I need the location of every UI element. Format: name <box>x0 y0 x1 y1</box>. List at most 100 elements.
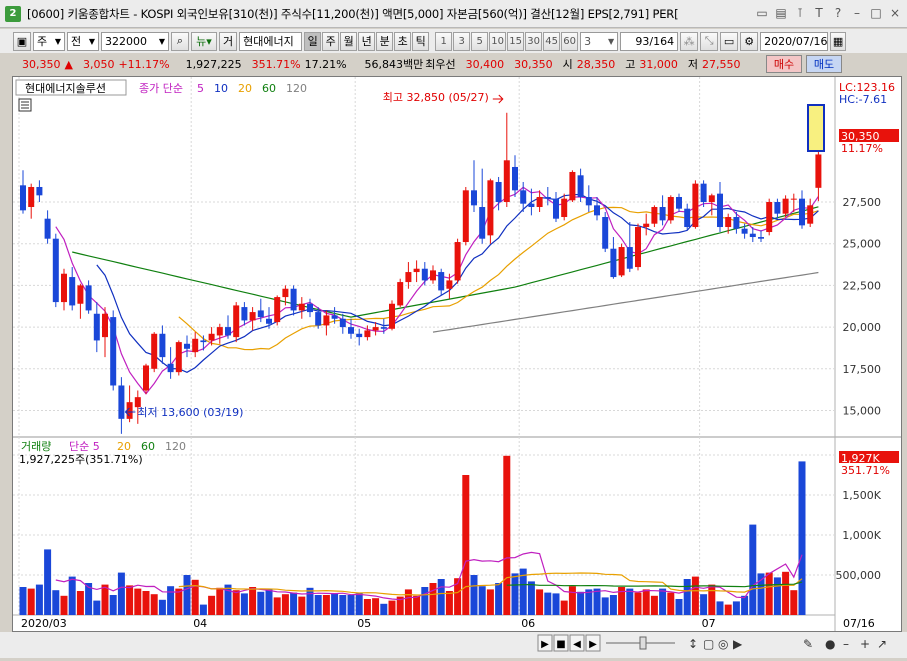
price-change-pct: +11.17% <box>118 57 170 71</box>
save-icon[interactable]: ▭ <box>720 31 739 51</box>
interval-button[interactable]: 5 <box>471 31 489 51</box>
interval-button[interactable]: 30 <box>525 31 543 51</box>
current-price: 30,350 <box>22 57 61 71</box>
dropdown-arrow-icon: ▼ <box>54 36 61 46</box>
period-tab[interactable]: 분 <box>376 31 394 51</box>
window-restore-icon[interactable]: ▭ <box>754 5 770 21</box>
volume-bar <box>413 595 421 615</box>
bottom-bar: ▶ ■ ◀ ▶ ↕ ▢ ◎ ▶ ✎ ● – + ↗ <box>0 632 907 658</box>
draw-tool-icon[interactable]: ⤡ <box>700 31 719 51</box>
candle-body <box>307 303 313 313</box>
candle-body <box>643 223 650 228</box>
sell-button[interactable]: 매도 <box>806 55 842 73</box>
trade-amount: 56,843백만 <box>364 58 424 71</box>
target-icon[interactable]: ◎ <box>718 637 728 651</box>
scroll-controls[interactable]: ▶ ■ ◀ ▶ ↕ ▢ ◎ ▶ ✎ ● – + ↗ <box>0 632 907 658</box>
low-price: 27,550 <box>702 57 741 71</box>
zoom-fit-icon[interactable]: ↕ <box>688 637 698 651</box>
candle-body <box>659 207 666 221</box>
hc-label: HC:-7.61 <box>839 93 887 106</box>
volume-bar <box>216 587 224 615</box>
play-icon[interactable]: ▶ <box>541 639 549 650</box>
market-select[interactable]: 주 ▼ <box>33 31 65 51</box>
period-tab[interactable]: 일 <box>304 31 322 51</box>
period-tab[interactable]: 초 <box>394 31 412 51</box>
volume-bar <box>339 595 347 615</box>
interval-button[interactable]: 1 <box>435 31 453 51</box>
buy-button[interactable]: 매수 <box>766 55 802 73</box>
volume-legend-item: 120 <box>165 440 186 453</box>
ma120-line <box>432 271 819 333</box>
edit-icon[interactable]: ✎ <box>803 637 813 651</box>
ma60-line <box>72 206 819 318</box>
interval-button[interactable]: 3 <box>453 31 471 51</box>
stock-code-input[interactable]: 322000 ▼ <box>101 31 169 51</box>
news-icon[interactable]: 뉴▾ <box>191 31 217 51</box>
tag-button[interactable]: 거 <box>219 31 238 51</box>
candle-body <box>782 198 789 214</box>
search-icon[interactable]: ⌕ <box>171 31 189 51</box>
interval-button[interactable]: 10 <box>489 31 507 51</box>
app-icon: 2 <box>5 5 21 22</box>
x-axis-label: 04 <box>193 617 207 630</box>
scroll-slider-thumb[interactable] <box>639 636 647 650</box>
stop-icon[interactable]: ■ <box>556 639 565 650</box>
candle-body <box>413 268 420 273</box>
record-icon[interactable]: ● <box>825 637 835 651</box>
period-tab[interactable]: 틱 <box>412 31 430 51</box>
interval-select[interactable]: 3 ▼ <box>580 31 619 51</box>
layout-toggle-icon[interactable]: ▣ <box>13 31 31 51</box>
volume-bar <box>773 577 781 615</box>
candle-body <box>257 310 264 318</box>
settings-gear-icon[interactable]: ⚙ <box>740 31 759 51</box>
period-tab[interactable]: 월 <box>340 31 358 51</box>
calendar-icon[interactable]: ▦ <box>830 31 847 51</box>
mode-select[interactable]: 전 ▼ <box>67 31 99 51</box>
high-label: 고 <box>625 58 636 71</box>
period-tab[interactable]: 년 <box>358 31 376 51</box>
minimize-icon[interactable]: – <box>849 5 865 21</box>
chart-area[interactable]: 27,50025,00022,50020,00017,50015,0002,00… <box>12 76 902 632</box>
volume-bar <box>593 588 601 615</box>
candle-body <box>635 227 641 268</box>
interval-button[interactable]: 15 <box>507 31 525 51</box>
window-icon[interactable]: ▢ <box>703 637 714 651</box>
close-icon[interactable]: × <box>887 5 903 21</box>
layout-icon[interactable]: ▤ <box>773 5 789 21</box>
date-input[interactable]: 2020/07/16 <box>760 31 829 51</box>
next-icon[interactable]: ▶ <box>733 637 743 651</box>
interval-button[interactable]: 60 <box>561 31 579 51</box>
interval-button[interactable]: 45 <box>543 31 561 51</box>
candle-body <box>487 180 494 236</box>
scroll-right-icon[interactable]: ▶ <box>589 639 597 650</box>
maximize-icon[interactable]: □ <box>868 5 884 21</box>
help-icon[interactable]: ? <box>830 5 846 21</box>
candle-body <box>807 205 814 224</box>
expand-icon[interactable]: ↗ <box>877 637 887 651</box>
scroll-left-icon[interactable]: ◀ <box>573 639 581 650</box>
text-icon[interactable]: T <box>811 5 827 21</box>
candle-body <box>118 385 125 419</box>
chart-canvas[interactable]: 27,50025,00022,50020,00017,50015,0002,00… <box>13 77 901 631</box>
chart-options-icon[interactable]: ⁂ <box>680 31 699 51</box>
volume-bar <box>708 584 716 615</box>
volume-bar <box>19 587 27 615</box>
candle-body <box>290 288 297 311</box>
ma-legend-item: 종가 단순 <box>139 82 183 95</box>
zoom-in-icon[interactable]: + <box>860 637 870 651</box>
window-title: [0600] 키움종합차트 - KOSPI 외국인보유[310(천)] 주식수[… <box>27 6 679 21</box>
volume-bar <box>765 572 773 615</box>
candle-body <box>708 195 715 202</box>
candle-body <box>790 198 797 200</box>
candle-body <box>544 196 551 199</box>
pin-icon[interactable]: ⊺ <box>792 5 808 21</box>
volume-bar <box>388 600 396 615</box>
period-tab[interactable]: 주 <box>322 31 340 51</box>
candle-body <box>610 248 617 278</box>
volume-legend-item: 거래량 <box>21 440 51 453</box>
candle-body <box>348 327 354 334</box>
volume-bar <box>355 593 363 615</box>
zoom-out-icon[interactable]: – <box>843 637 849 651</box>
volume-bar <box>208 595 216 615</box>
candle-body <box>528 203 535 208</box>
